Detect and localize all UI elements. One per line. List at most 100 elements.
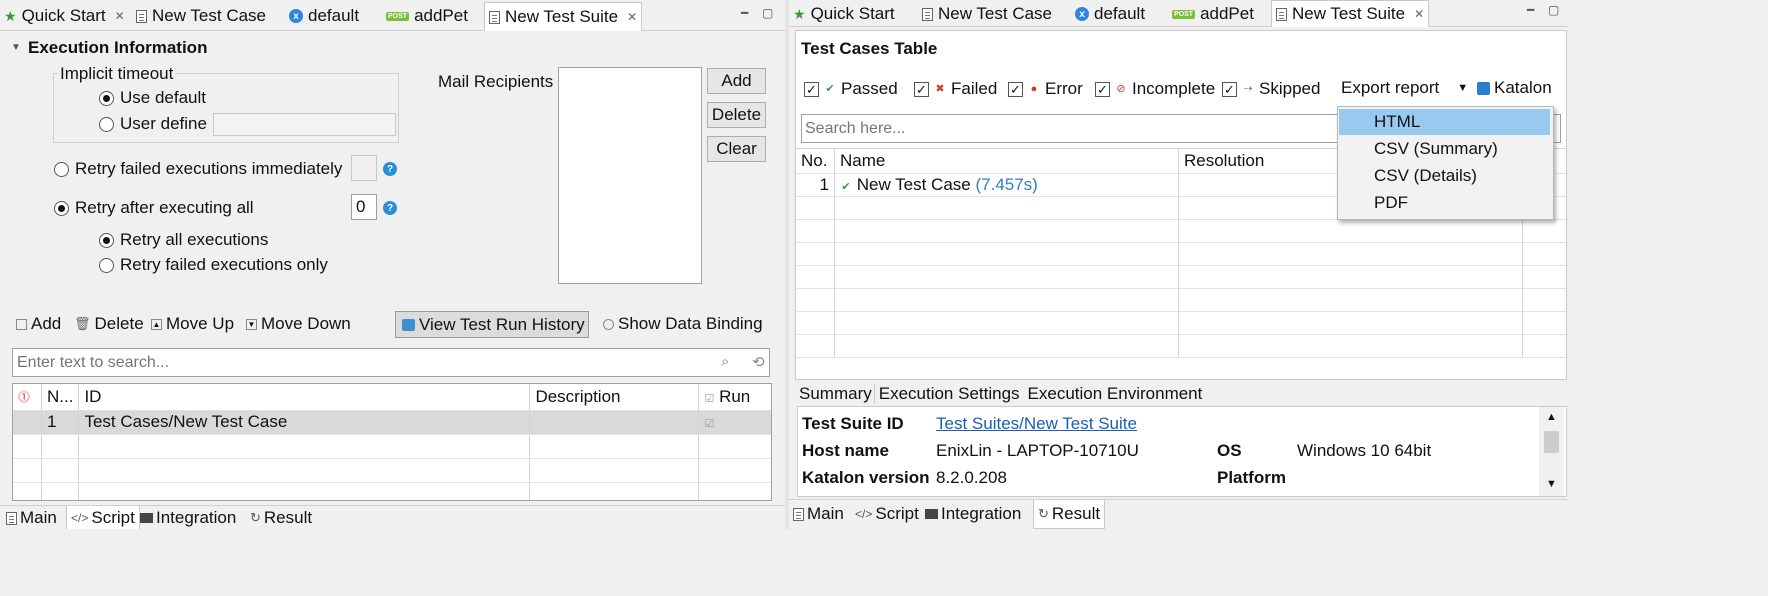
failed-checkbox[interactable]: ✓ bbox=[914, 81, 929, 97]
menu-item-csv-summary[interactable]: CSV (Summary) bbox=[1339, 136, 1550, 162]
table-row bbox=[796, 265, 1566, 289]
tab-quick-start[interactable]: ★ Quick Start bbox=[793, 1, 895, 27]
clear-search-icon[interactable]: ⟲ bbox=[752, 353, 765, 371]
filter-skipped[interactable]: ✓ ⇢ Skipped bbox=[1222, 79, 1320, 99]
delete-recipient-button[interactable]: Delete bbox=[707, 102, 766, 128]
tab-new-test-suite[interactable]: New Test Suite ✕ bbox=[1271, 0, 1430, 27]
bottom-tab-script[interactable]: </> Script bbox=[855, 504, 919, 524]
tab-quick-start[interactable]: ★ Quick Start ✕ bbox=[4, 3, 125, 29]
suite-id-label: Test Suite ID bbox=[802, 414, 904, 433]
column-header-run[interactable]: ☑ Run bbox=[698, 384, 771, 411]
add-test-case-button[interactable]: Add bbox=[16, 314, 61, 334]
tab-addpet[interactable]: POST addPet bbox=[386, 3, 468, 29]
user-define-radio[interactable]: User define bbox=[99, 114, 207, 134]
view-test-run-history-button[interactable]: View Test Run History bbox=[395, 311, 589, 338]
tab-addpet[interactable]: POST addPet bbox=[1172, 1, 1254, 27]
skipped-checkbox[interactable]: ✓ bbox=[1222, 81, 1237, 97]
run-checkbox[interactable]: ☑ bbox=[704, 418, 714, 430]
tab-default[interactable]: x default bbox=[289, 3, 359, 29]
incomplete-checkbox[interactable]: ✓ bbox=[1095, 81, 1110, 97]
radio-button[interactable] bbox=[54, 161, 69, 177]
status-column-icon: ⓵ bbox=[13, 384, 42, 411]
close-icon[interactable]: ✕ bbox=[115, 9, 125, 23]
retry-after-all-radio[interactable]: Retry after executing all bbox=[54, 198, 254, 218]
column-header-no[interactable]: N... bbox=[41, 384, 80, 411]
tab-default[interactable]: x default bbox=[1075, 1, 1145, 27]
user-define-timeout-field[interactable] bbox=[213, 113, 396, 136]
katalon-analytics-button[interactable]: Katalon bbox=[1477, 78, 1552, 98]
menu-item-csv-details[interactable]: CSV (Details) bbox=[1339, 163, 1550, 189]
radio-button[interactable] bbox=[99, 232, 114, 248]
menu-item-pdf[interactable]: PDF bbox=[1339, 190, 1550, 216]
column-header-description[interactable]: Description bbox=[529, 384, 700, 411]
retry-all-executions-radio[interactable]: Retry all executions bbox=[99, 230, 268, 250]
tab-summary[interactable]: Summary bbox=[797, 384, 875, 404]
menu-item-html[interactable]: HTML bbox=[1339, 109, 1550, 135]
help-icon[interactable]: ? bbox=[383, 162, 397, 176]
radio-button[interactable] bbox=[54, 200, 69, 216]
minimize-icon[interactable]: ━ bbox=[1527, 3, 1534, 17]
table-row[interactable]: 1 Test Cases/New Test Case ☑ bbox=[13, 410, 771, 435]
suite-id-link[interactable]: Test Suites/New Test Suite bbox=[936, 414, 1137, 434]
row-name: ✔ New Test Case (7.457s) bbox=[834, 173, 1179, 197]
tab-execution-environment[interactable]: Execution Environment bbox=[1024, 384, 1207, 404]
retry-after-all-count[interactable]: 0 bbox=[351, 194, 377, 220]
close-icon[interactable]: ✕ bbox=[1414, 7, 1424, 21]
radio-button[interactable] bbox=[99, 90, 114, 106]
radio-button[interactable] bbox=[99, 257, 114, 273]
clear-recipients-button[interactable]: Clear bbox=[707, 136, 766, 162]
passed-checkbox[interactable]: ✓ bbox=[804, 81, 819, 97]
minimize-icon[interactable]: ━ bbox=[741, 6, 748, 20]
test-case-search-input[interactable] bbox=[12, 348, 770, 377]
retry-immediately-radio[interactable]: Retry failed executions immediately bbox=[54, 159, 342, 179]
bottom-tab-main[interactable]: Main bbox=[793, 504, 844, 524]
maximize-icon[interactable]: ▢ bbox=[762, 6, 773, 20]
tab-label: New Test Case bbox=[938, 4, 1053, 23]
delete-test-case-button[interactable]: 🗑 Delete bbox=[74, 314, 144, 334]
mail-recipients-list[interactable] bbox=[558, 67, 702, 284]
bottom-tab-result[interactable]: ↻ Result bbox=[250, 508, 312, 528]
scrollbar-thumb[interactable] bbox=[1544, 431, 1559, 453]
use-default-radio[interactable]: Use default bbox=[99, 88, 206, 108]
test-case-icon bbox=[136, 9, 147, 23]
bottom-tab-integration[interactable]: Integration bbox=[140, 508, 236, 528]
radio-label: Retry failed executions only bbox=[120, 255, 328, 274]
retry-immediately-count[interactable] bbox=[351, 155, 377, 181]
close-icon[interactable]: ✕ bbox=[627, 10, 637, 24]
column-header-name[interactable]: Name bbox=[834, 148, 1179, 174]
retry-failed-only-radio[interactable]: Retry failed executions only bbox=[99, 255, 328, 275]
filter-incomplete[interactable]: ✓ ⊘ Incomplete bbox=[1095, 79, 1215, 99]
filter-failed[interactable]: ✓ ✖ Failed bbox=[914, 79, 997, 99]
scroll-down-icon[interactable]: ▼ bbox=[1546, 478, 1557, 490]
bottom-tab-integration[interactable]: Integration bbox=[925, 504, 1021, 524]
tab-new-test-case[interactable]: New Test Case bbox=[922, 1, 1052, 27]
trash-icon: 🗑 bbox=[74, 316, 91, 331]
tab-new-test-case[interactable]: New Test Case bbox=[136, 3, 266, 29]
help-icon[interactable]: ? bbox=[383, 201, 397, 215]
bottom-tab-result[interactable]: ↻ Result bbox=[1033, 500, 1106, 529]
error-checkbox[interactable]: ✓ bbox=[1008, 81, 1023, 97]
tab-execution-settings[interactable]: Execution Settings bbox=[875, 384, 1024, 404]
test-suite-editor-left: ★ Quick Start ✕ New Test Case x default … bbox=[0, 0, 785, 529]
move-up-button[interactable]: ▲ Move Up bbox=[151, 314, 234, 334]
move-down-button[interactable]: ▼ Move Down bbox=[246, 314, 351, 334]
info-tab-bar: Summary Execution Settings Execution Env… bbox=[797, 384, 1206, 404]
export-report-menu: HTML CSV (Summary) CSV (Details) PDF bbox=[1337, 106, 1554, 220]
column-header-id[interactable]: ID bbox=[78, 384, 531, 411]
show-data-binding-button[interactable]: Show Data Binding bbox=[603, 314, 763, 334]
scroll-up-icon[interactable]: ▲ bbox=[1546, 411, 1557, 423]
maximize-icon[interactable]: ▢ bbox=[1548, 3, 1559, 17]
bottom-tab-script[interactable]: </> Script bbox=[66, 506, 140, 529]
export-report-dropdown[interactable]: Export report ▼ bbox=[1341, 78, 1468, 98]
filter-passed[interactable]: ✓ ✔ Passed bbox=[804, 79, 898, 99]
tab-label: Quick Start bbox=[810, 4, 895, 23]
bottom-tab-main[interactable]: Main bbox=[6, 508, 57, 528]
collapse-arrow-icon[interactable]: ▼ bbox=[11, 42, 21, 53]
summary-scrollbar[interactable]: ▲ ▼ bbox=[1539, 407, 1564, 496]
filter-error[interactable]: ✓ ● Error bbox=[1008, 79, 1083, 99]
add-recipient-button[interactable]: Add bbox=[707, 68, 766, 94]
radio-button[interactable] bbox=[99, 116, 114, 132]
column-header-no[interactable]: No. bbox=[796, 148, 835, 174]
search-icon[interactable]: ⌕ bbox=[721, 353, 729, 370]
tab-new-test-suite[interactable]: New Test Suite ✕ bbox=[484, 2, 643, 31]
